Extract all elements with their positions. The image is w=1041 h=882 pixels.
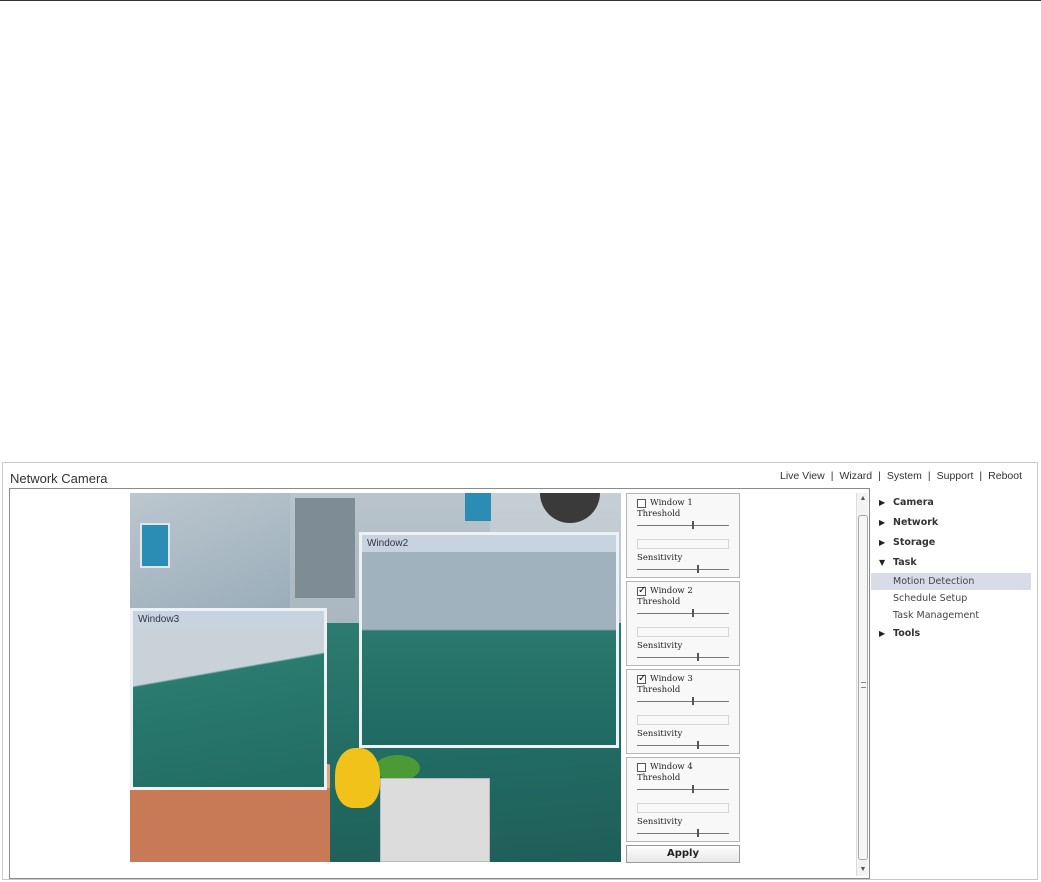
motion-window-panels: Window 1ThresholdSensitivityWindow 2Thre… xyxy=(626,493,740,863)
window-enable-checkbox[interactable] xyxy=(637,585,646,596)
sensitivity-label: Sensitivity xyxy=(637,641,683,651)
window-label: Window 2 xyxy=(650,586,693,596)
content-frame: Window2 Window3 Window 1 Threshold Sensiti… xyxy=(9,488,870,879)
scroll-grip-icon xyxy=(861,682,866,688)
threshold-slider[interactable] xyxy=(637,609,729,617)
sidebar-item-label: Camera xyxy=(893,497,934,508)
threshold-slider[interactable] xyxy=(637,785,729,793)
nav-separator: | xyxy=(830,470,834,482)
threshold-slider-knob[interactable] xyxy=(692,697,695,705)
app-title: Network Camera xyxy=(10,471,108,486)
nav-support[interactable]: Support xyxy=(936,470,975,482)
motion-window-title[interactable]: Window3 xyxy=(133,611,324,628)
top-navigation: Live View | Wizard | System | Support | … xyxy=(779,470,1023,482)
motion-level-meter xyxy=(637,715,729,725)
camera-video-view[interactable]: Window2 Window3 xyxy=(130,493,621,862)
sidebar-item-task[interactable]: ▼ Task xyxy=(871,553,1031,573)
sensitivity-slider[interactable] xyxy=(637,829,729,837)
sensitivity-slider[interactable] xyxy=(637,653,729,661)
motion-window-3-overlay[interactable]: Window3 xyxy=(130,608,327,790)
sidebar-item-camera[interactable]: ▶ Camera xyxy=(871,493,1031,513)
window-checkbox-row[interactable]: Window 3 xyxy=(637,673,693,684)
sidebar-item-label: Tools xyxy=(893,628,921,639)
sensitivity-slider-knob[interactable] xyxy=(696,653,699,661)
sensitivity-slider-knob[interactable] xyxy=(696,741,699,749)
sensitivity-label: Sensitivity xyxy=(637,729,683,739)
sidebar-item-network[interactable]: ▶ Network xyxy=(871,513,1031,533)
threshold-slider-knob[interactable] xyxy=(692,609,695,617)
sensitivity-label: Sensitivity xyxy=(637,817,683,827)
scroll-thumb[interactable] xyxy=(858,515,868,860)
threshold-label: Threshold xyxy=(637,773,681,783)
settings-sidebar: ▶ Camera ▶ Network ▶ Storage ▼ Task Motion Detec… xyxy=(871,493,1031,644)
threshold-slider[interactable] xyxy=(637,521,729,529)
nav-system[interactable]: System xyxy=(886,470,923,482)
nav-live-view[interactable]: Live View xyxy=(779,470,826,482)
triangle-right-icon: ▶ xyxy=(879,518,886,527)
sidebar-item-tools[interactable]: ▶ Tools xyxy=(871,624,1031,644)
nav-separator: | xyxy=(979,470,983,482)
motion-level-meter xyxy=(637,803,729,813)
apply-button[interactable]: Apply xyxy=(626,845,740,863)
threshold-slider-knob[interactable] xyxy=(692,521,695,529)
motion-window-title[interactable]: Window2 xyxy=(362,535,616,552)
app-window: Network Camera Live View | Wizard | Syst… xyxy=(2,462,1038,880)
motion-level-meter xyxy=(637,539,729,549)
motion-window-2-overlay[interactable]: Window2 xyxy=(359,532,619,748)
threshold-slider[interactable] xyxy=(637,697,729,705)
vertical-scrollbar[interactable]: ▲ ▼ xyxy=(856,493,868,876)
sidebar-item-label: Task xyxy=(893,557,917,568)
sidebar-item-label: Network xyxy=(893,517,939,528)
sensitivity-slider-knob[interactable] xyxy=(696,829,699,837)
submenu-item-task-management[interactable]: Task Management xyxy=(871,607,1031,624)
sensitivity-label: Sensitivity xyxy=(637,553,683,563)
nav-wizard[interactable]: Wizard xyxy=(838,470,873,482)
threshold-slider-knob[interactable] xyxy=(692,785,695,793)
motion-window-panel-1: Window 1 Threshold Sensitivity xyxy=(626,493,740,578)
sidebar-item-storage[interactable]: ▶ Storage xyxy=(871,533,1031,553)
triangle-right-icon: ▶ xyxy=(879,629,886,638)
triangle-right-icon: ▶ xyxy=(879,498,886,507)
window-label: Window 4 xyxy=(650,762,693,772)
sensitivity-slider-knob[interactable] xyxy=(696,565,699,573)
window-checkbox-row[interactable]: Window 2 xyxy=(637,585,693,596)
window-checkbox-row[interactable]: Window 4 xyxy=(637,762,693,772)
nav-separator: | xyxy=(878,470,881,482)
window-enable-checkbox[interactable] xyxy=(637,673,646,684)
motion-window-panel-4: Window 4 Threshold Sensitivity xyxy=(626,757,740,842)
sidebar-item-label: Storage xyxy=(893,537,936,548)
triangle-right-icon: ▶ xyxy=(879,538,886,547)
threshold-label: Threshold xyxy=(637,597,681,607)
scroll-up-arrow-icon[interactable]: ▲ xyxy=(857,493,869,505)
top-divider xyxy=(0,0,1041,1)
sensitivity-slider[interactable] xyxy=(637,741,729,749)
nav-reboot[interactable]: Reboot xyxy=(987,470,1023,482)
motion-window-panel-3: Window 3Threshold Sensitivity xyxy=(626,669,740,754)
window-label: Window 3 xyxy=(650,674,693,684)
triangle-down-icon: ▼ xyxy=(879,558,886,567)
nav-separator: | xyxy=(927,470,931,482)
motion-window-panel-2: Window 2Threshold Sensitivity xyxy=(626,581,740,666)
submenu-item-schedule-setup[interactable]: Schedule Setup xyxy=(871,590,1031,607)
window-checkbox-row[interactable]: Window 1 xyxy=(637,498,693,508)
window-enable-checkbox[interactable] xyxy=(637,762,646,772)
sensitivity-slider[interactable] xyxy=(637,565,729,573)
threshold-label: Threshold xyxy=(637,509,681,519)
threshold-label: Threshold xyxy=(637,685,681,695)
submenu-item-motion-detection[interactable]: Motion Detection xyxy=(871,573,1031,590)
scroll-down-arrow-icon[interactable]: ▼ xyxy=(857,864,869,876)
motion-level-meter xyxy=(637,627,729,637)
window-enable-checkbox[interactable] xyxy=(637,498,646,508)
window-label: Window 1 xyxy=(650,498,693,508)
